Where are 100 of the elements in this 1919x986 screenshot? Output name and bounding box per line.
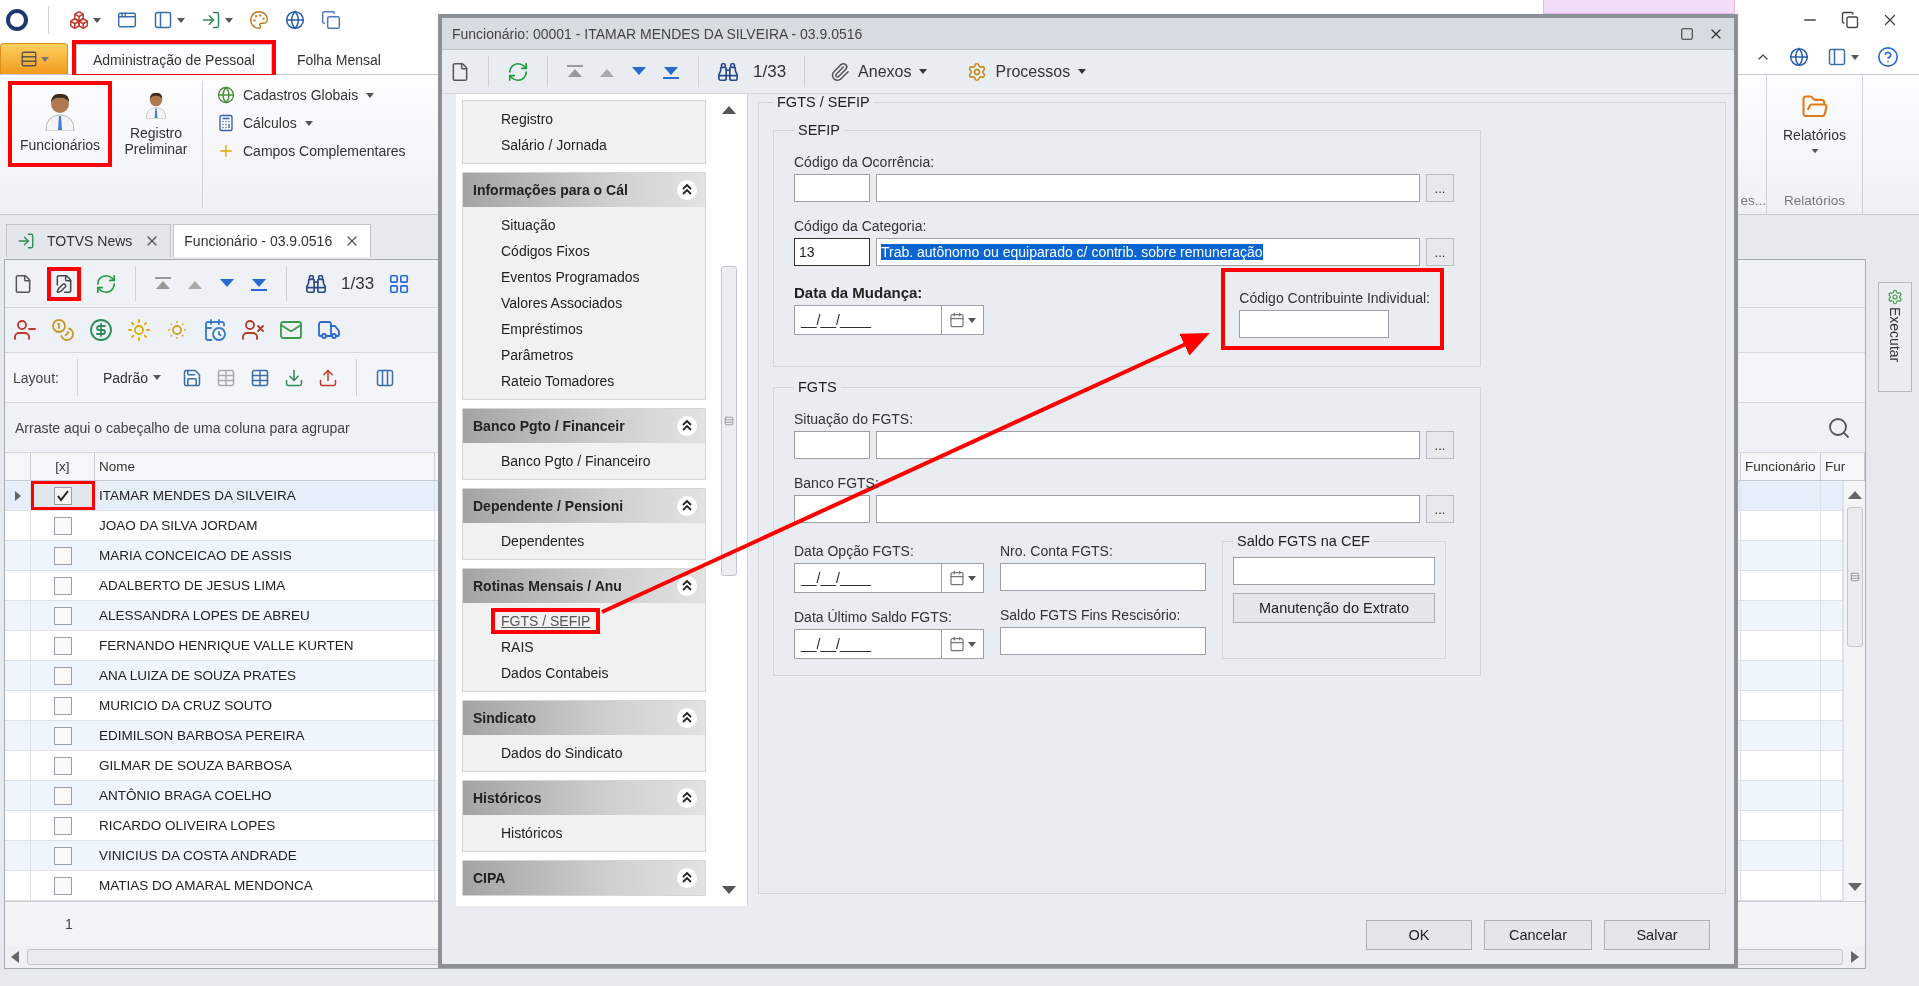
panel-icon[interactable] [153, 10, 173, 30]
new-document-icon[interactable] [450, 61, 470, 82]
checkbox[interactable] [54, 546, 72, 565]
nav-group-header[interactable]: CIPA [463, 861, 705, 895]
palette-icon[interactable] [249, 10, 269, 30]
maximize-icon[interactable] [1680, 26, 1694, 41]
nav-link[interactable]: Eventos Programados [491, 264, 650, 290]
last-record-icon[interactable] [662, 64, 680, 79]
nav-link[interactable]: FGTS / SEFIP [491, 608, 601, 634]
description-field[interactable] [876, 174, 1420, 202]
edit-button[interactable] [47, 266, 81, 301]
window-icon[interactable] [117, 10, 137, 30]
truck-icon[interactable] [317, 318, 341, 342]
calendar-clock-icon[interactable] [203, 318, 227, 342]
checkbox[interactable] [54, 486, 72, 505]
description-field[interactable]: Trab. autônomo ou equiparado c/ contrib. sobre remuneração [876, 238, 1420, 266]
text-field[interactable] [1239, 310, 1390, 338]
nav-group-header[interactable]: Informações para o Cál [463, 173, 705, 207]
nav-link[interactable]: Códigos Fixos [491, 238, 600, 264]
coins-icon[interactable] [51, 318, 75, 342]
document-tab[interactable]: TOTVS News [6, 224, 172, 257]
calendar-dropdown[interactable] [942, 305, 984, 335]
user-x-icon[interactable] [241, 318, 265, 342]
nav-link[interactable]: Rateio Tomadores [491, 368, 625, 394]
nav-link[interactable]: Dados Contabeis [491, 660, 619, 686]
dialog-button[interactable]: OK [1366, 920, 1472, 950]
help-icon[interactable] [1877, 46, 1899, 68]
lookup-button[interactable]: ... [1426, 238, 1454, 266]
document-tab[interactable]: Funcionário - 03.9.0516 [173, 224, 372, 257]
description-field[interactable] [876, 495, 1420, 523]
calendar-dropdown[interactable] [942, 563, 984, 593]
nav-group-header[interactable]: Rotinas Mensais / Anu [463, 569, 705, 603]
upload-icon[interactable] [318, 367, 339, 388]
checkbox[interactable] [54, 816, 72, 835]
ribbon-tab[interactable]: Folha Mensal [279, 44, 398, 74]
date-field[interactable]: __/__/____ [794, 563, 942, 593]
checkbox[interactable] [54, 636, 72, 655]
checkbox[interactable] [54, 846, 72, 865]
statement-button[interactable]: Manutenção do Extrato [1233, 593, 1435, 623]
ribbon-button[interactable]: Funcionários [8, 81, 112, 167]
nav-group-header[interactable]: Dependente / Pensioni [463, 489, 705, 523]
ribbon-button[interactable]: Cadastros Globais [213, 83, 410, 107]
checkbox[interactable] [54, 666, 72, 685]
enter-icon[interactable] [201, 10, 221, 30]
column-header[interactable]: Funcionário [1741, 453, 1821, 480]
ribbon-button[interactable]: Campos Complementares [213, 139, 410, 163]
app-menu-button[interactable] [0, 43, 68, 74]
ribbon-button[interactable]: Registro Preliminar [114, 81, 198, 167]
code-field[interactable]: 13 [794, 238, 870, 266]
dialog-button[interactable]: Salvar [1604, 920, 1710, 950]
restore-icon[interactable] [1841, 11, 1859, 29]
nav-group-header[interactable]: Banco Pgto / Financeir [463, 409, 705, 443]
reports-button[interactable]: Relatórios [1769, 83, 1860, 163]
logo-icon[interactable] [6, 9, 28, 31]
copy-icon[interactable] [321, 10, 341, 30]
checkbox[interactable] [54, 516, 72, 535]
checkbox[interactable] [54, 786, 72, 805]
grid-icon[interactable] [388, 272, 411, 295]
first-record-icon[interactable] [566, 64, 584, 79]
calendar-dropdown[interactable] [942, 629, 984, 659]
search-icon[interactable] [717, 60, 739, 83]
coin-plus-icon[interactable] [89, 318, 113, 342]
checkbox[interactable] [54, 696, 72, 715]
search-icon[interactable] [305, 272, 327, 295]
nav-link[interactable]: Dados do Sindicato [491, 740, 633, 766]
dialog-button[interactable]: Cancelar [1484, 920, 1592, 950]
columns-icon[interactable] [375, 367, 396, 388]
layout-dropdown[interactable]: Padrão [95, 362, 169, 393]
new-document-icon[interactable] [13, 273, 33, 294]
globe-icon[interactable] [285, 10, 305, 30]
cubes-icon[interactable] [69, 10, 89, 30]
menu-button[interactable]: Anexos [823, 54, 935, 89]
nav-link[interactable]: Registro [491, 106, 564, 132]
nav-link[interactable]: Dependentes [491, 528, 595, 554]
date-field[interactable]: __/__/____ [794, 305, 942, 335]
nav-link[interactable]: Históricos [491, 820, 573, 846]
lookup-button[interactable]: ... [1426, 174, 1454, 202]
mail-icon[interactable] [279, 318, 303, 342]
layout-icon[interactable] [1827, 47, 1847, 67]
first-record-icon[interactable] [154, 276, 172, 291]
globe-icon[interactable] [1789, 47, 1809, 67]
search-icon[interactable] [1827, 415, 1851, 440]
lookup-button[interactable]: ... [1426, 431, 1454, 459]
ribbon-button[interactable]: Cálculos [213, 111, 410, 135]
nav-link[interactable]: Banco Pgto / Financeiro [491, 448, 661, 474]
last-record-icon[interactable] [250, 276, 268, 291]
checkbox[interactable] [54, 576, 72, 595]
nav-link[interactable]: Parâmetros [491, 342, 584, 368]
scroll-left-icon[interactable] [11, 951, 19, 963]
lookup-button[interactable]: ... [1426, 495, 1454, 523]
column-header[interactable]: Nome [95, 453, 435, 480]
checkbox[interactable] [54, 606, 72, 625]
table-icon[interactable] [250, 367, 271, 388]
menu-button[interactable]: Processos [960, 54, 1094, 89]
scrollbar-thumb[interactable] [721, 266, 737, 576]
code-field[interactable] [794, 174, 870, 202]
nav-group-header[interactable]: Sindicato [463, 701, 705, 735]
date-field[interactable]: __/__/____ [794, 629, 942, 659]
nav-link[interactable]: Situação [491, 212, 566, 238]
user-minus-icon[interactable] [13, 318, 37, 342]
